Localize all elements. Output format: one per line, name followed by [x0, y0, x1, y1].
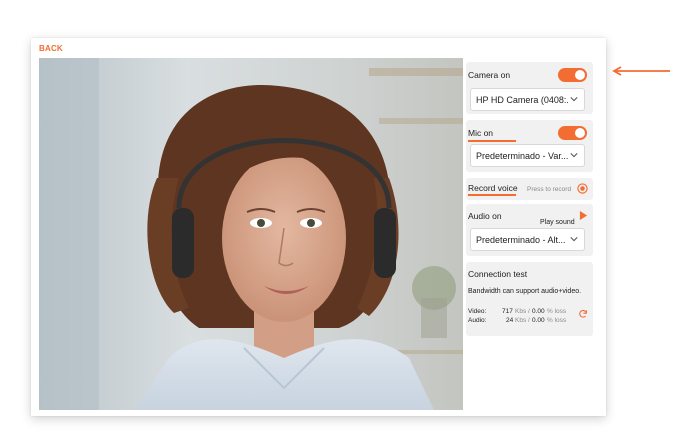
back-link[interactable]: BACK	[39, 44, 63, 53]
video-kbs-value: 717	[502, 308, 513, 315]
video-stats-label: Video:	[468, 308, 487, 315]
camera-preview-image	[39, 58, 463, 410]
audio-select[interactable]: Predeterminado - Alt...	[470, 228, 585, 251]
mic-card: Mic on Predeterminado - Var...	[466, 120, 593, 172]
mic-underline	[468, 140, 516, 142]
toggle-knob	[575, 70, 585, 80]
connection-title: Connection test	[468, 269, 528, 279]
camera-toggle[interactable]	[558, 68, 587, 82]
audio-title: Audio on	[468, 211, 502, 221]
camera-device-value: HP HD Camera (0408:...	[476, 95, 568, 105]
camera-select[interactable]: HP HD Camera (0408:...	[470, 88, 585, 111]
mic-select[interactable]: Predeterminado - Var...	[470, 144, 585, 167]
record-card: Record voice Press to record	[466, 178, 593, 200]
pointer-arrow-icon	[612, 66, 670, 76]
video-settings-window: BACK Camera on HP HD Camera (0408:... Mi…	[31, 38, 606, 416]
mic-toggle[interactable]	[558, 126, 587, 140]
play-icon[interactable]	[579, 211, 588, 220]
refresh-icon[interactable]	[578, 309, 588, 319]
play-sound-button[interactable]: Play sound	[540, 211, 575, 229]
video-kbs-unit: Kbs /	[515, 308, 530, 315]
chevron-down-icon	[570, 237, 578, 242]
toggle-knob	[575, 128, 585, 138]
connection-message: Bandwidth can support audio+video.	[468, 288, 582, 295]
audio-loss-value: 0.00	[532, 317, 545, 324]
chevron-down-icon	[570, 97, 578, 102]
chevron-down-icon	[570, 153, 578, 158]
video-loss-value: 0.00	[532, 308, 545, 315]
record-hint: Press to record	[527, 186, 572, 193]
settings-panel: Camera on HP HD Camera (0408:... Mic on …	[466, 58, 600, 410]
camera-card: Camera on HP HD Camera (0408:...	[466, 62, 593, 114]
audio-kbs-value: 24	[506, 317, 514, 324]
record-underline	[468, 194, 516, 196]
audio-card: Audio on Play sound Predeterminado - Alt…	[466, 204, 593, 256]
video-loss-unit: % loss	[547, 308, 567, 315]
audio-loss-unit: % loss	[547, 317, 567, 324]
mic-title: Mic on	[468, 128, 494, 138]
mic-device-value: Predeterminado - Var...	[476, 151, 568, 161]
record-title: Record voice	[468, 183, 518, 193]
record-icon[interactable]	[577, 183, 588, 194]
camera-title: Camera on	[468, 70, 511, 80]
audio-device-value: Predeterminado - Alt...	[476, 235, 566, 245]
audio-kbs-unit: Kbs /	[515, 317, 530, 324]
audio-stats-label: Audio:	[468, 317, 487, 324]
play-sound-label: Play sound	[540, 219, 575, 226]
connection-card: Connection test Bandwidth can support au…	[466, 262, 593, 336]
camera-preview	[39, 58, 463, 410]
